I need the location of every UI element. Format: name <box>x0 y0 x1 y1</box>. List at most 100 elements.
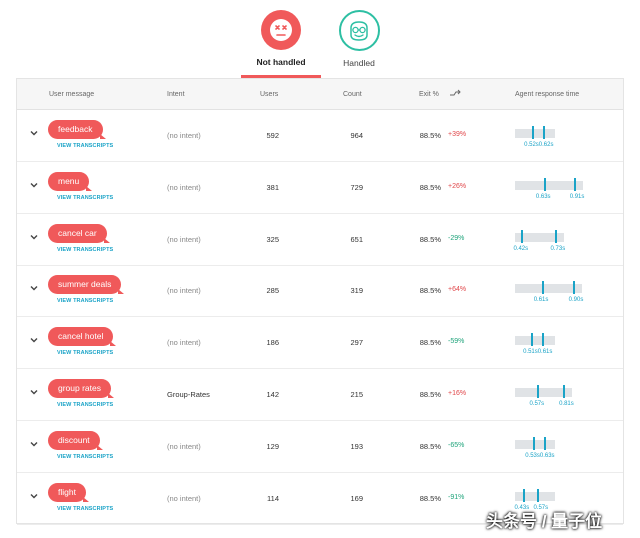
response-time-marker <box>543 177 546 191</box>
chevron-down-icon[interactable] <box>28 126 40 138</box>
change-value: -29% <box>448 234 465 242</box>
smile-face-icon <box>338 10 380 51</box>
response-time-bar <box>515 284 582 294</box>
table-row[interactable]: feedback VIEW TRANSCRIPTS (no intent) 59… <box>17 110 623 162</box>
chevron-down-icon[interactable] <box>28 333 40 345</box>
watermark: 头条号 / 量子位 <box>486 512 603 531</box>
users-value: 592 <box>266 131 279 140</box>
view-transcripts-link[interactable]: VIEW TRANSCRIPTS <box>57 402 113 408</box>
exit-value: 88.5% <box>419 338 441 348</box>
chevron-down-icon[interactable] <box>28 489 40 501</box>
messages-table: User message Intent Users Count Exit % A… <box>16 78 624 525</box>
count-value: 169 <box>350 493 363 503</box>
response-time-label: 0.73s <box>550 245 566 252</box>
count-value: 729 <box>350 182 363 192</box>
response-time-label: 0.81s <box>559 401 574 407</box>
table-row[interactable]: menu VIEW TRANSCRIPTS (no intent) 381 72… <box>17 162 623 214</box>
tab-not-handled[interactable]: Not handled <box>241 10 321 67</box>
view-transcripts-link[interactable]: VIEW TRANSCRIPTS <box>57 350 113 356</box>
response-time-marker <box>542 126 545 139</box>
user-message-bubble: summer deals <box>48 275 125 295</box>
table-row[interactable]: cancel car VIEW TRANSCRIPTS (no intent) … <box>17 214 623 266</box>
count-value: 193 <box>350 441 363 451</box>
user-message-bubble: feedback <box>48 120 105 139</box>
users-value: 142 <box>266 390 279 399</box>
intent-value: Group-Rates <box>167 390 210 399</box>
view-transcripts-link[interactable]: VIEW TRANSCRIPTS <box>57 247 113 253</box>
count-value: 215 <box>350 390 363 399</box>
view-transcripts-link[interactable]: VIEW TRANSCRIPTS <box>57 298 113 304</box>
change-value: +16% <box>448 390 467 397</box>
user-message-bubble: flight <box>48 482 89 502</box>
intent-value: (no intent) <box>167 131 201 140</box>
col-agent-response-time[interactable]: Agent response time <box>515 91 579 98</box>
response-time-marker <box>537 385 540 398</box>
tab-label: Not handled <box>256 57 306 67</box>
intent-value: (no intent) <box>167 493 201 503</box>
chevron-down-icon[interactable] <box>28 230 40 242</box>
response-time-bar <box>515 180 583 190</box>
response-time-label: 0.53s <box>525 452 540 459</box>
response-time-marker <box>521 229 524 243</box>
chevron-down-icon[interactable] <box>28 178 40 190</box>
response-time-marker <box>573 177 576 191</box>
response-time-label: 0.51s <box>523 349 538 356</box>
response-time-marker <box>541 333 544 347</box>
users-value: 285 <box>266 286 279 296</box>
col-users[interactable]: Users <box>260 91 278 98</box>
intent-value: (no intent) <box>167 286 201 296</box>
user-message-bubble: discount <box>48 430 103 450</box>
response-time-label: 0.52s <box>524 142 539 148</box>
response-time-marker <box>531 333 534 347</box>
response-time-marker <box>522 488 525 502</box>
tab-bar: Not handled Handled <box>0 0 640 78</box>
view-transcripts-link[interactable]: VIEW TRANSCRIPTS <box>57 454 113 460</box>
chevron-down-icon[interactable] <box>28 385 40 397</box>
table-row[interactable]: cancel hotel VIEW TRANSCRIPTS (no intent… <box>17 317 623 370</box>
tab-label: Handled <box>343 58 375 68</box>
response-time-marker <box>543 436 546 450</box>
count-value: 651 <box>350 234 363 244</box>
exit-value: 88.5% <box>419 131 441 140</box>
change-value: +64% <box>448 286 467 294</box>
table-row[interactable]: group rates VIEW TRANSCRIPTS Group-Rates… <box>17 369 623 421</box>
user-message-bubble: cancel hotel <box>48 327 117 347</box>
col-count[interactable]: Count <box>343 91 362 98</box>
view-transcripts-link[interactable]: VIEW TRANSCRIPTS <box>57 143 113 149</box>
users-value: 186 <box>266 338 279 348</box>
response-time-label: 0.61s <box>537 349 553 356</box>
intent-value: (no intent) <box>167 338 201 348</box>
response-time-marker <box>541 281 544 295</box>
change-value: -59% <box>448 338 465 346</box>
chevron-down-icon[interactable] <box>28 437 40 449</box>
change-value: -91% <box>448 493 465 501</box>
table-row[interactable]: summer deals VIEW TRANSCRIPTS (no intent… <box>17 265 623 318</box>
intent-value: (no intent) <box>167 182 201 192</box>
intent-value: (no intent) <box>167 234 201 244</box>
response-time-label: 0.62s <box>538 142 554 148</box>
trend-arrows-icon[interactable] <box>449 89 461 100</box>
response-time-label: 0.90s <box>568 297 584 304</box>
table-row[interactable]: discount VIEW TRANSCRIPTS (no intent) 12… <box>17 421 623 473</box>
user-message-bubble: cancel car <box>48 223 110 243</box>
users-value: 129 <box>266 441 279 451</box>
col-exit[interactable]: Exit % <box>419 91 439 98</box>
change-value: -65% <box>448 441 465 449</box>
response-time-label: 0.61s <box>533 297 549 304</box>
response-time-label: 0.63s <box>539 452 555 459</box>
response-time-marker <box>563 385 566 398</box>
change-value: +26% <box>448 182 467 190</box>
chevron-down-icon[interactable] <box>28 281 40 293</box>
tab-handled[interactable]: Handled <box>319 10 399 68</box>
response-time-label: 0.57s <box>529 401 545 407</box>
col-intent[interactable]: Intent <box>167 91 185 98</box>
change-value: +39% <box>448 131 467 138</box>
exit-value: 88.5% <box>419 441 441 451</box>
response-time-bar <box>515 129 555 138</box>
response-time-marker <box>533 436 536 450</box>
col-user-message[interactable]: User message <box>49 91 94 98</box>
count-value: 964 <box>350 131 363 140</box>
users-value: 381 <box>266 182 279 192</box>
view-transcripts-link[interactable]: VIEW TRANSCRIPTS <box>57 506 113 512</box>
view-transcripts-link[interactable]: VIEW TRANSCRIPTS <box>57 195 113 201</box>
